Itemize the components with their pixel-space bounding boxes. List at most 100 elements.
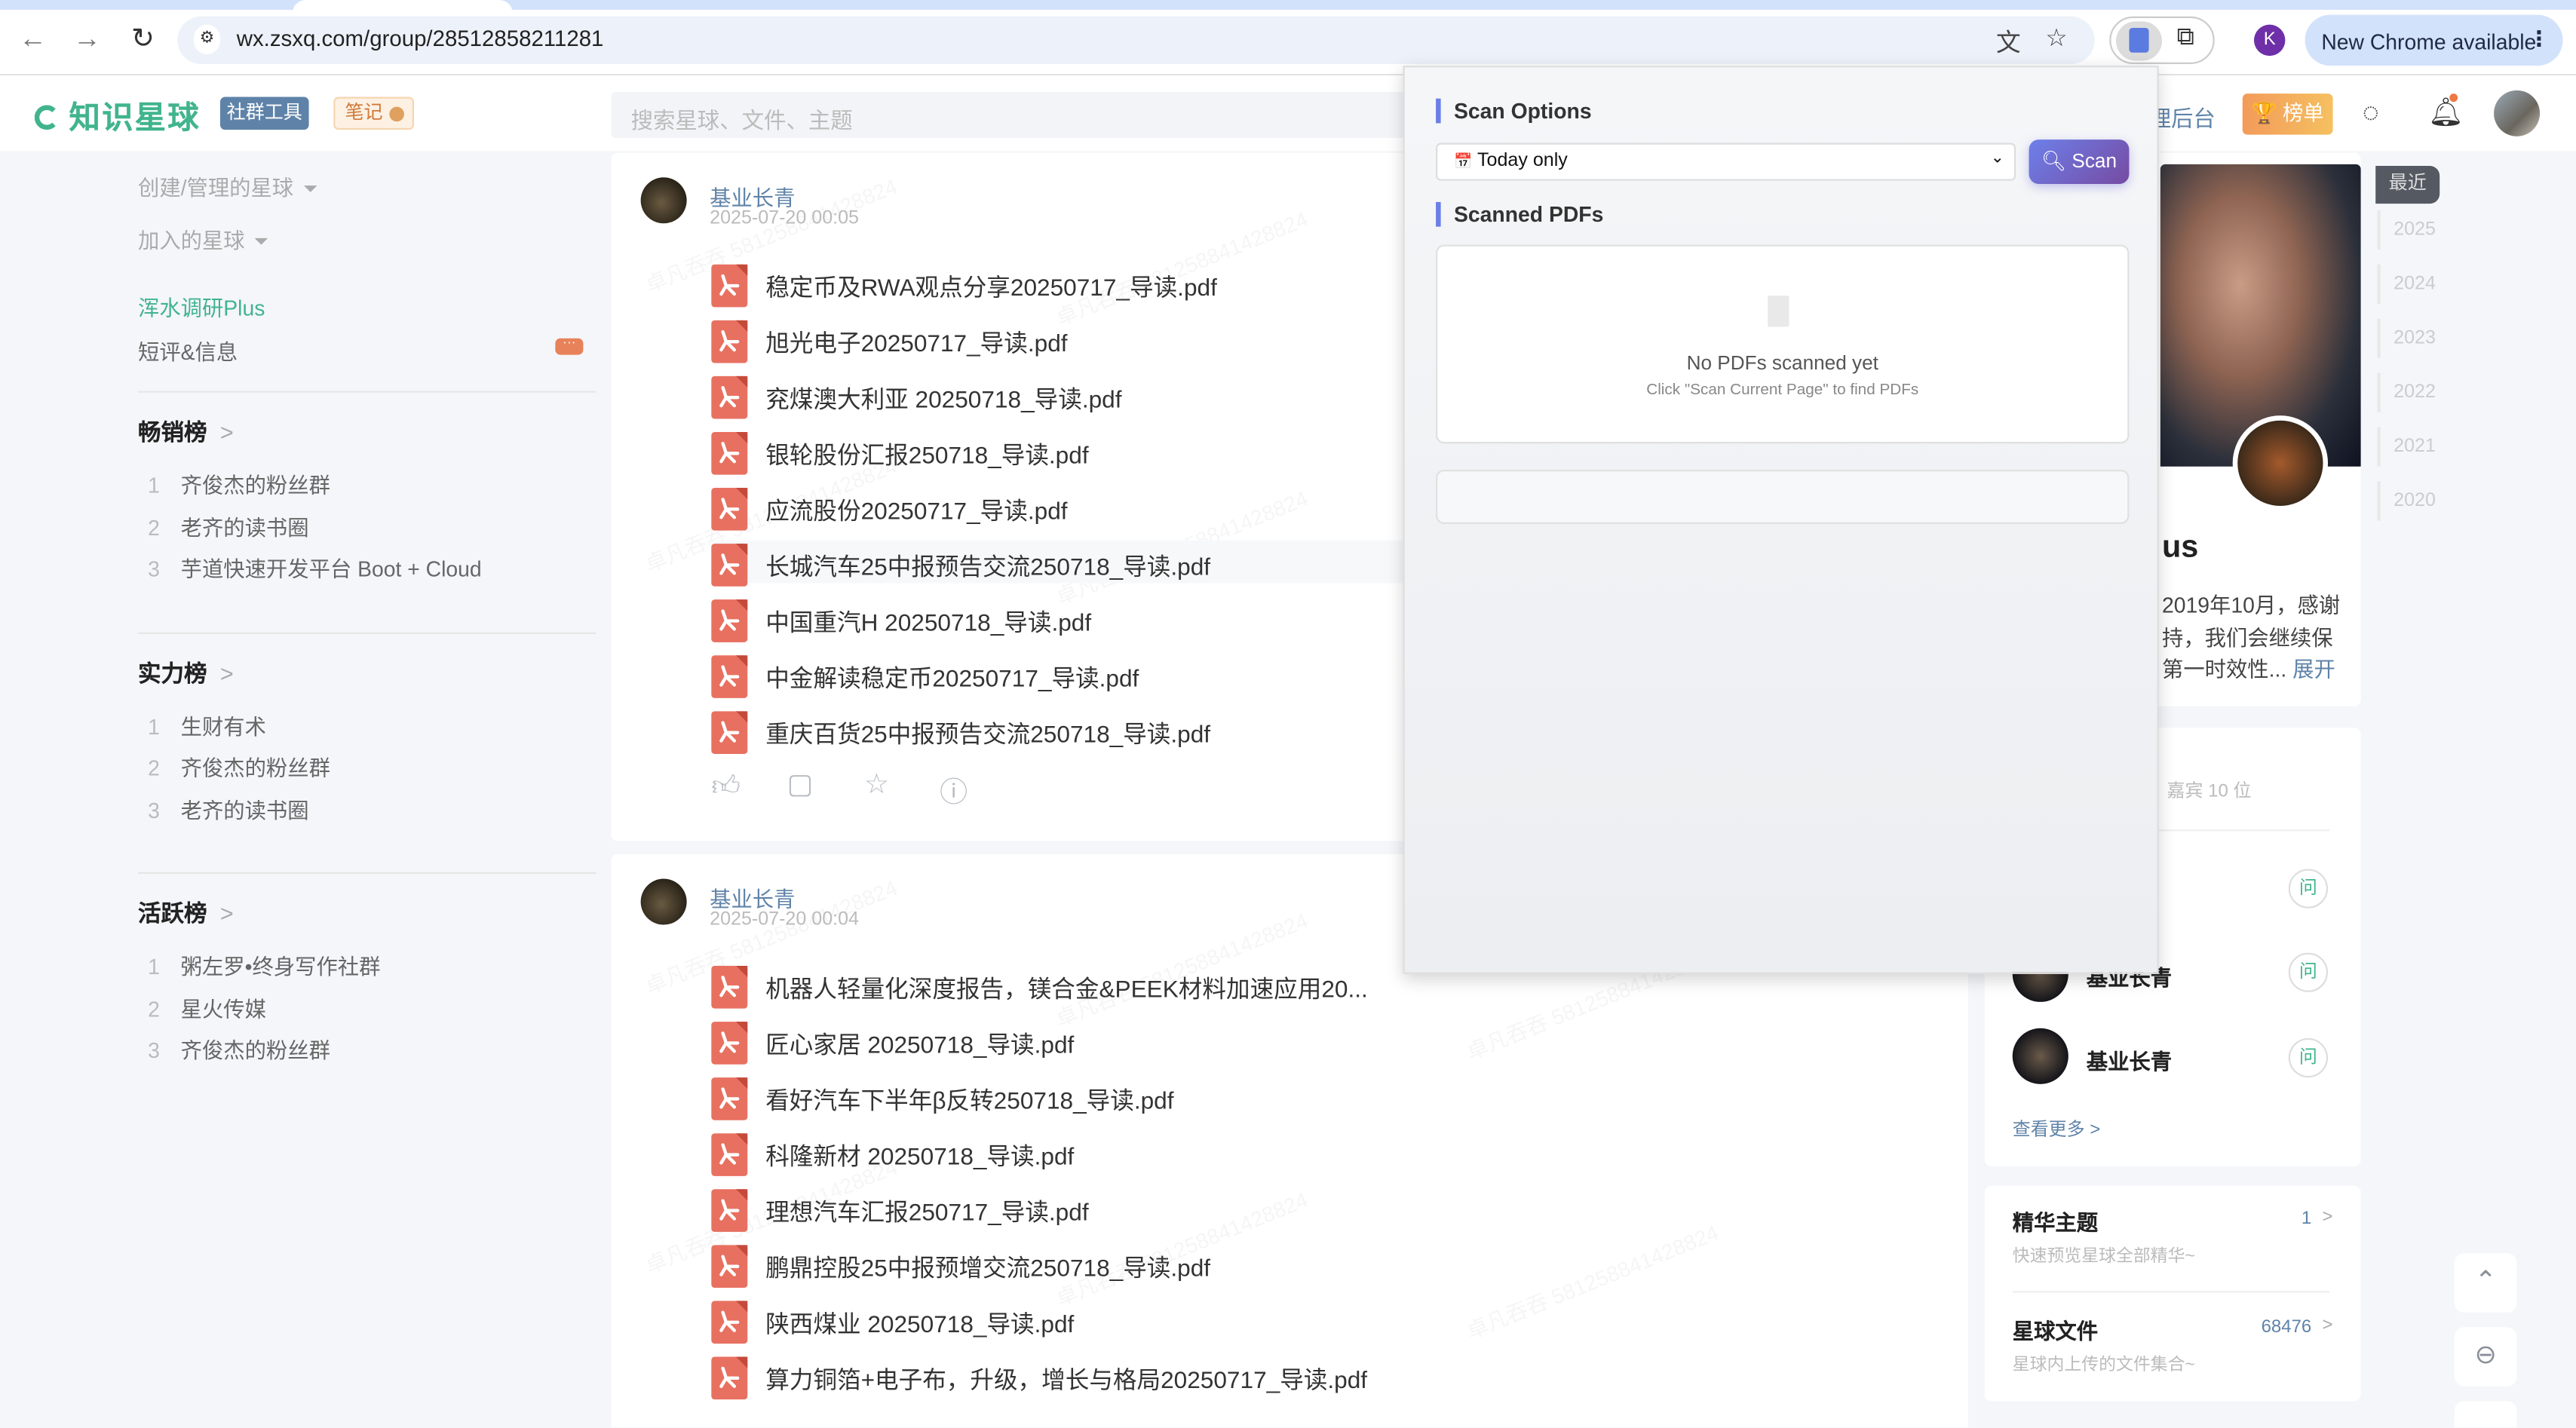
rank-item[interactable]: 2 星火传媒 — [138, 991, 596, 1034]
file-name[interactable]: 应流股份20250717_导读.pdf — [765, 493, 1067, 528]
pdf-file-item[interactable]: 看好汽车下半年β反转250718_导读.pdf — [711, 1074, 1960, 1120]
menu-dots-icon[interactable]: ⋮ — [2528, 26, 2550, 53]
post-time: 2025-07-20 00:05 — [710, 208, 859, 228]
joined-groups-dropdown[interactable]: 加入的星球 — [138, 223, 596, 276]
year-tab-recent[interactable]: 最近 — [2375, 166, 2440, 204]
year-tab[interactable]: 2021 — [2377, 427, 2440, 467]
chevron-right-icon[interactable]: > — [2323, 1207, 2333, 1227]
url-text[interactable]: wx.zsxq.com/group/28512858211281 — [237, 26, 604, 51]
ask-button[interactable]: 问 — [2288, 952, 2329, 992]
puzzle-icon[interactable]: ⧉ — [2177, 23, 2194, 51]
file-name[interactable]: 兖煤澳大利亚 20250718_导读.pdf — [765, 381, 1121, 415]
forward-icon[interactable]: → — [67, 23, 106, 56]
see-more-link[interactable]: 查看更多 > — [2013, 1115, 2101, 1141]
rank-item[interactable]: 1 粥左罗•终身写作社群 — [138, 949, 596, 991]
chat-icon[interactable]: ◌ — [2363, 97, 2379, 130]
file-name[interactable]: 中国重汽H 20250718_导读.pdf — [765, 605, 1091, 639]
bell-icon[interactable]: 🔔︎ — [2428, 97, 2464, 130]
file-name[interactable]: 银轮股份汇报250718_导读.pdf — [765, 437, 1088, 471]
year-tab[interactable]: 2020 — [2377, 481, 2440, 521]
sidebar-item-active-group[interactable]: 浑水调研Plus — [138, 291, 596, 336]
rank-item[interactable]: 3 老齐的读书圈 — [138, 792, 596, 835]
rank-item-label: 齐俊杰的粉丝群 — [180, 1037, 330, 1063]
file-name[interactable]: 匠心家居 20250718_导读.pdf — [765, 1027, 1074, 1062]
author-avatar[interactable] — [640, 878, 687, 925]
chevron-right-icon[interactable]: > — [2323, 1316, 2333, 1335]
expand-link[interactable]: 展开 — [2292, 657, 2335, 682]
pdf-file-item[interactable]: 匠心家居 20250718_导读.pdf — [711, 1019, 1960, 1065]
reload-icon[interactable]: ↻ — [123, 23, 162, 56]
pdf-icon — [711, 599, 748, 642]
address-bar[interactable]: ⚙ wx.zsxq.com/group/28512858211281 文 ☆ — [177, 16, 2095, 64]
report-icon[interactable]: ⓘ — [940, 769, 968, 810]
created-groups-dropdown[interactable]: 创建/管理的星球 — [138, 171, 596, 224]
year-tab[interactable]: 2024 — [2377, 264, 2440, 305]
app-button[interactable] — [2454, 1401, 2517, 1428]
new-chrome-button[interactable]: New Chrome available ⋮ — [2305, 14, 2563, 66]
rank-section-title[interactable]: 畅销榜 > — [138, 415, 596, 468]
rank-item[interactable]: 2 齐俊杰的粉丝群 — [138, 751, 596, 793]
member-name[interactable]: 基业长青 — [2087, 1045, 2172, 1076]
feature-title[interactable]: 精华主题 — [2013, 1206, 2098, 1236]
rank-section-title[interactable]: 实力榜 > — [138, 656, 596, 709]
file-name[interactable]: 科隆新材 20250718_导读.pdf — [765, 1138, 1074, 1173]
pdf-file-item[interactable]: 算力铜箔+电子布，升级，增长与格局20250717_导读.pdf — [711, 1353, 1960, 1400]
date-range-select[interactable]: 📅 Today only ⌄ — [1436, 142, 2016, 181]
file-name[interactable]: 机器人轻量化深度报告，镁合金&PEEK材料加速应用20... — [765, 971, 1368, 1006]
site-settings-icon[interactable]: ⚙ — [194, 24, 220, 54]
author-name[interactable]: 基业长青 — [710, 882, 795, 913]
file-name[interactable]: 鹏鼎控股25中报预增交流250718_导读.pdf — [765, 1250, 1210, 1285]
pdf-file-item[interactable]: 科隆新材 20250718_导读.pdf — [711, 1130, 1960, 1176]
user-avatar[interactable] — [2494, 90, 2541, 136]
ask-button[interactable]: 问 — [2288, 1037, 2329, 1078]
search-input[interactable]: 搜索星球、文件、主题 — [611, 91, 1416, 138]
year-tab[interactable]: 2022 — [2377, 372, 2440, 412]
favorite-icon[interactable]: ☆ — [864, 769, 889, 802]
rank-item[interactable]: 1 生财有术 — [138, 709, 596, 751]
rank-item[interactable]: 1 齐俊杰的粉丝群 — [138, 468, 596, 510]
file-name[interactable]: 稳定币及RWA观点分享20250717_导读.pdf — [765, 269, 1217, 304]
member-avatar[interactable] — [2012, 1028, 2068, 1084]
logo[interactable]: 知识星球 — [34, 93, 201, 138]
year-tab[interactable]: 2025 — [2377, 210, 2440, 250]
file-name[interactable]: 中金解读稳定币20250717_导读.pdf — [765, 660, 1139, 695]
rank-button[interactable]: 🏆 榜单 — [2242, 93, 2333, 135]
help-button[interactable]: ⊖ — [2454, 1327, 2517, 1387]
pdf-file-item[interactable]: 鹏鼎控股25中报预增交流250718_导读.pdf — [711, 1242, 1960, 1288]
like-icon[interactable]: 👍︎ — [711, 769, 741, 804]
file-name[interactable]: 理想汽车汇报250717_导读.pdf — [765, 1194, 1088, 1229]
file-name[interactable]: 算力铜箔+电子布，升级，增长与格局20250717_导读.pdf — [765, 1362, 1367, 1396]
rank-item[interactable]: 2 老齐的读书圈 — [138, 510, 596, 552]
feature-title[interactable]: 星球文件 — [2013, 1314, 2098, 1345]
file-name[interactable]: 旭光电子20250717_导读.pdf — [765, 325, 1067, 360]
rank-item[interactable]: 3 齐俊杰的粉丝群 — [138, 1033, 596, 1075]
pdf-icon — [711, 488, 748, 531]
translate-icon[interactable]: 文 — [1996, 25, 2021, 60]
sidebar-item-short-reviews[interactable]: 短评&信息 ··· — [138, 335, 596, 379]
author-avatar[interactable] — [640, 177, 687, 224]
community-tools-badge[interactable]: 社群工具 — [219, 97, 309, 130]
scan-button[interactable]: 🔍︎ Scan — [2029, 139, 2130, 184]
ask-button[interactable]: 问 — [2288, 869, 2329, 909]
author-name[interactable]: 基业长青 — [710, 181, 795, 212]
pdf-file-item[interactable]: 陕西煤业 20250718_导读.pdf — [711, 1298, 1960, 1344]
rank-section-title[interactable]: 活跃榜 > — [138, 896, 596, 949]
file-name[interactable]: 陕西煤业 20250718_导读.pdf — [765, 1306, 1074, 1341]
pdf-scanner-popup: Scan Options 📅 Today only ⌄ 🔍︎ Scan Scanne… — [1403, 66, 2159, 974]
pdf-icon — [711, 431, 748, 475]
rank-item[interactable]: 3 芋道快速开发平台 Boot + Cloud — [138, 552, 596, 594]
pdf-file-item[interactable]: 理想汽车汇报250717_导读.pdf — [711, 1186, 1960, 1232]
year-tab[interactable]: 2023 — [2377, 318, 2440, 358]
scroll-top-button[interactable]: ⌃ — [2454, 1253, 2517, 1313]
file-name[interactable]: 长城汽车25中报预告交流250718_导读.pdf — [765, 549, 1210, 584]
notes-badge[interactable]: 笔记 — [333, 97, 414, 130]
comment-icon[interactable]: ▢ — [787, 769, 814, 802]
file-name[interactable]: 看好汽车下半年β反转250718_导读.pdf — [765, 1083, 1173, 1117]
admin-link[interactable]: 理后台 — [2149, 100, 2216, 133]
star-icon[interactable]: ☆ — [2045, 23, 2067, 53]
pdf-extension-icon[interactable] — [2115, 21, 2162, 61]
profile-avatar[interactable]: K — [2253, 24, 2286, 57]
rank-number: 3 — [148, 797, 160, 823]
back-icon[interactable]: ← — [13, 23, 52, 56]
file-name[interactable]: 重庆百货25中报预告交流250718_导读.pdf — [765, 716, 1210, 751]
